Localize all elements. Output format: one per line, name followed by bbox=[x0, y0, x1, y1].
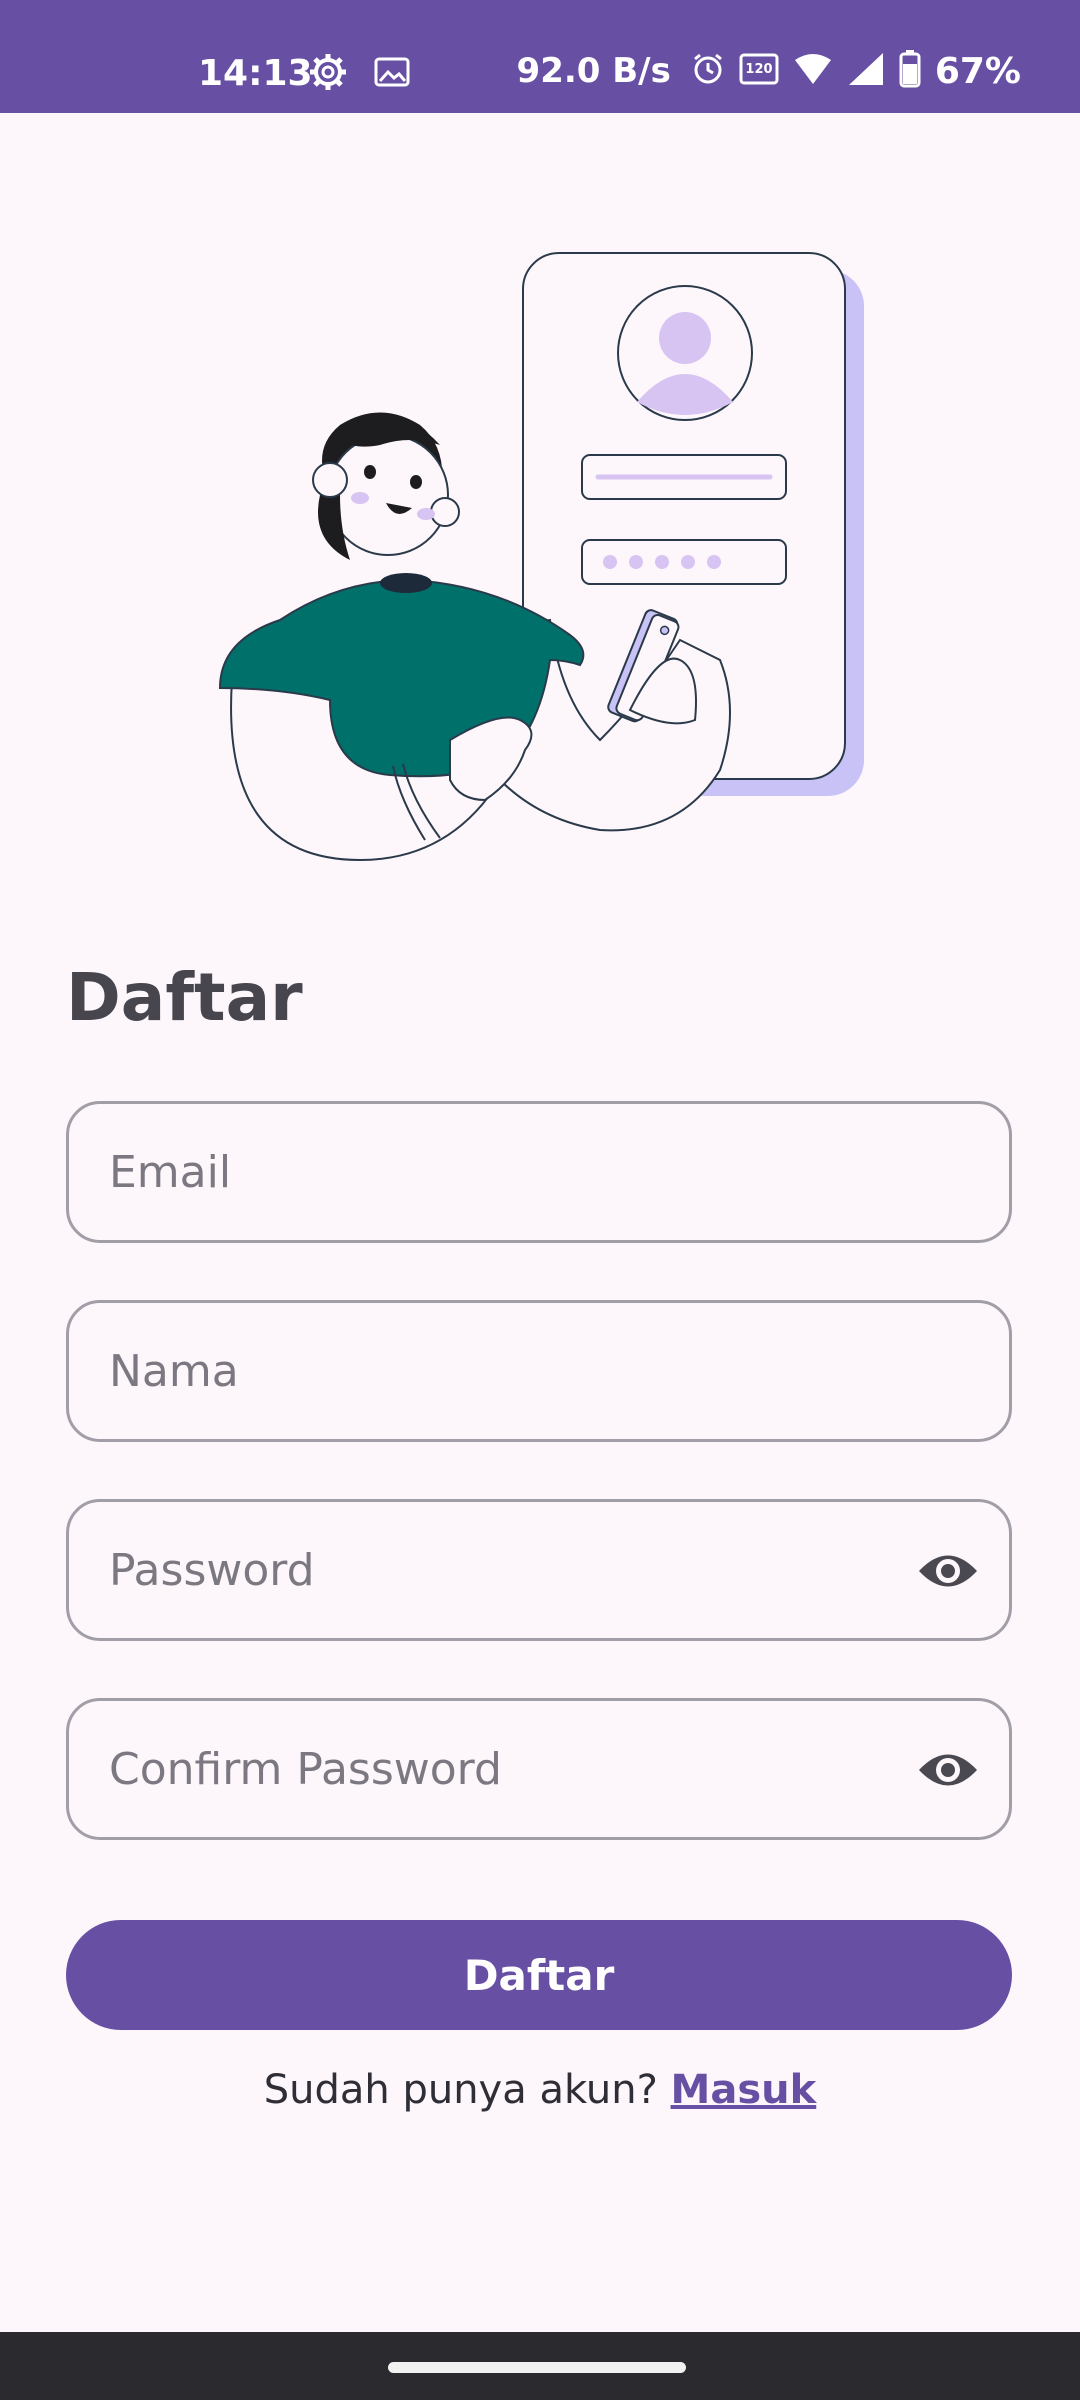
login-prompt-text: Sudah punya akun? bbox=[263, 2067, 671, 2113]
confirm-password-visibility-toggle[interactable] bbox=[917, 1739, 979, 1801]
status-left-icons bbox=[308, 52, 410, 96]
password-field[interactable] bbox=[66, 1499, 1012, 1641]
password-input[interactable] bbox=[109, 1502, 909, 1638]
status-time: 14:13 bbox=[198, 53, 313, 94]
wifi-icon bbox=[793, 52, 833, 90]
settings-gear-icon bbox=[308, 52, 348, 96]
svg-text:120: 120 bbox=[745, 62, 772, 77]
status-right: 92.0 B/s 120 67% bbox=[517, 50, 1021, 92]
alarm-icon bbox=[691, 52, 725, 90]
password-visibility-toggle[interactable] bbox=[917, 1540, 979, 1602]
battery-percent: 67% bbox=[934, 50, 1021, 92]
cell-signal-icon bbox=[847, 51, 885, 91]
email-input[interactable] bbox=[109, 1104, 909, 1240]
signup-illustration bbox=[200, 240, 880, 880]
email-field[interactable] bbox=[66, 1101, 1012, 1243]
confirm-password-input[interactable] bbox=[109, 1701, 909, 1837]
status-bar: 14:13 92.0 B/s 120 67% bbox=[0, 0, 1080, 113]
name-field[interactable] bbox=[66, 1300, 1012, 1442]
network-speed: 92.0 B/s bbox=[516, 51, 671, 91]
register-button[interactable]: Daftar bbox=[66, 1920, 1012, 2030]
home-indicator[interactable] bbox=[388, 2362, 686, 2373]
refresh-rate-120hz-icon: 120 bbox=[739, 52, 779, 90]
battery-icon bbox=[899, 50, 921, 92]
eye-icon bbox=[919, 1754, 977, 1786]
navigation-bar bbox=[0, 2332, 1080, 2400]
confirm-password-field[interactable] bbox=[66, 1698, 1012, 1840]
login-prompt: Sudah punya akun? Masuk bbox=[0, 2064, 1080, 2116]
name-input[interactable] bbox=[109, 1303, 909, 1439]
eye-icon bbox=[919, 1555, 977, 1587]
login-link[interactable]: Masuk bbox=[671, 2067, 817, 2113]
page-title: Daftar bbox=[66, 959, 303, 1036]
image-icon bbox=[374, 57, 410, 91]
